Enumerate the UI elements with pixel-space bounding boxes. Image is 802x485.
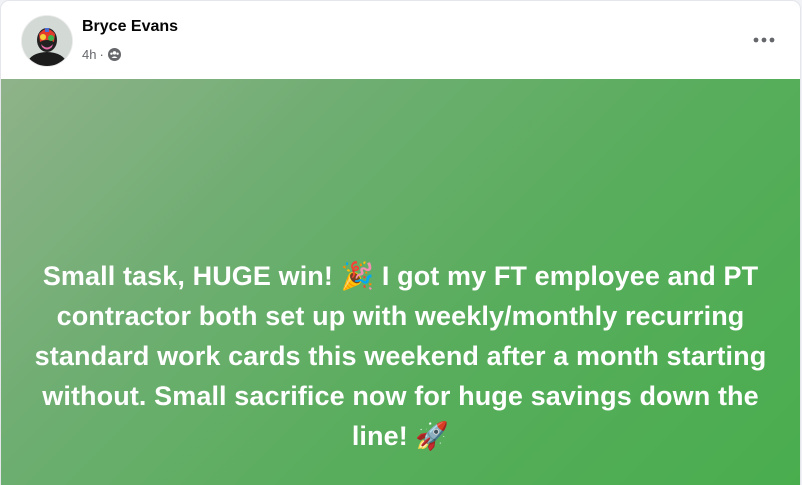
- friends-icon[interactable]: [107, 47, 121, 61]
- post-timestamp[interactable]: 4h: [82, 47, 96, 62]
- post-header: Bryce Evans 4h ·: [1, 1, 800, 79]
- author-name[interactable]: Bryce Evans: [82, 18, 178, 36]
- meta-separator: ·: [99, 46, 104, 62]
- post-background: Small task, HUGE win! 🎉 I got my FT empl…: [1, 79, 800, 485]
- post-text: Small task, HUGE win! 🎉 I got my FT empl…: [34, 261, 767, 451]
- more-horizontal-icon: [753, 37, 775, 43]
- more-options-button[interactable]: [746, 24, 782, 56]
- avatar-image: [22, 16, 72, 66]
- avatar[interactable]: [22, 16, 72, 66]
- post-card: Bryce Evans 4h · Small task, HUGE win! 🎉…: [1, 1, 800, 485]
- post-meta: 4h ·: [82, 45, 121, 63]
